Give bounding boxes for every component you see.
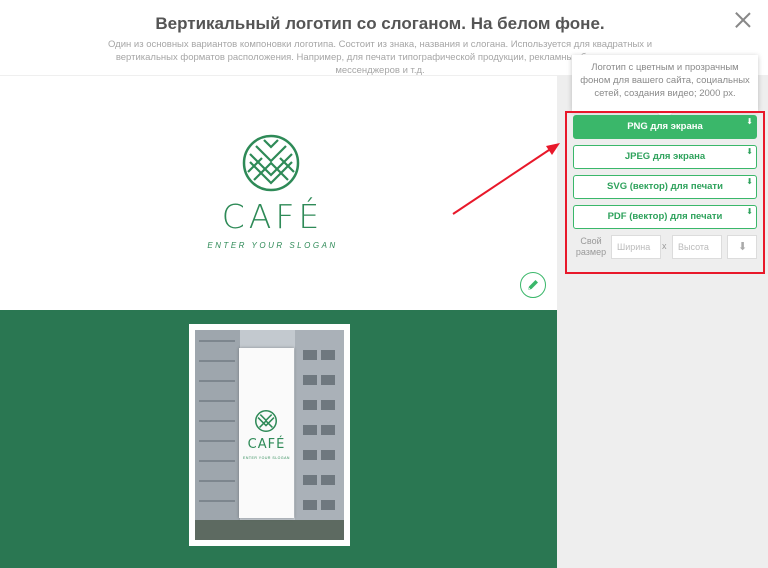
custom-size-download-button[interactable]: ⬇ (727, 235, 757, 259)
download-icon: ⬇ (746, 177, 753, 186)
custom-size-row: Свой размер Ширина x Высота ⬇ (573, 235, 757, 259)
building-photo: CAFÉ ENTER YOUR SLOGAN (195, 330, 344, 540)
banner-brand-name: CAFÉ (247, 437, 286, 452)
close-icon[interactable] (733, 10, 753, 30)
width-input[interactable]: Ширина (611, 235, 661, 259)
download-icon: ⬇ (746, 207, 753, 216)
banner-slogan: ENTER YOUR SLOGAN (243, 456, 290, 460)
vertical-banner: CAFÉ ENTER YOUR SLOGAN (239, 348, 294, 518)
download-png-button[interactable]: PNG для экрана ⬇ (573, 115, 757, 139)
height-input[interactable]: Высота (672, 235, 722, 259)
download-pdf-button[interactable]: PDF (вектор) для печати ⬇ (573, 205, 757, 229)
logo-brand-name: CAFÉ (221, 197, 324, 236)
logo-mark-icon (242, 134, 300, 192)
download-jpeg-label: JPEG для экрана (624, 151, 706, 162)
banner-logo-mark-icon (255, 410, 277, 432)
logo-download-dialog: Вертикальный логотип со слоганом. На бел… (0, 0, 768, 568)
download-png-label: PNG для экрана (627, 121, 703, 132)
download-pdf-label: PDF (вектор) для печати (607, 211, 723, 222)
download-icon: ⬇ (746, 117, 753, 126)
edit-logo-button[interactable] (520, 272, 546, 298)
download-svg-button[interactable]: SVG (вектор) для печати ⬇ (573, 175, 757, 199)
logo-slogan: ENTER YOUR SLOGAN (207, 241, 338, 250)
download-icon: ⬇ (738, 241, 748, 253)
pencil-icon (528, 280, 538, 290)
download-svg-label: SVG (вектор) для печати (607, 181, 723, 192)
dialog-title: Вертикальный логотип со слоганом. На бел… (155, 14, 605, 33)
png-tooltip: Логотип с цветным и прозрачным фоном для… (572, 55, 758, 111)
banner-mockup-photo: CAFÉ ENTER YOUR SLOGAN (189, 324, 350, 546)
download-icon: ⬇ (746, 147, 753, 156)
download-jpeg-button[interactable]: JPEG для экрана ⬇ (573, 145, 757, 169)
logo-preview (0, 75, 557, 310)
custom-size-label: Свой размер (575, 236, 607, 257)
size-separator: x (662, 241, 667, 251)
